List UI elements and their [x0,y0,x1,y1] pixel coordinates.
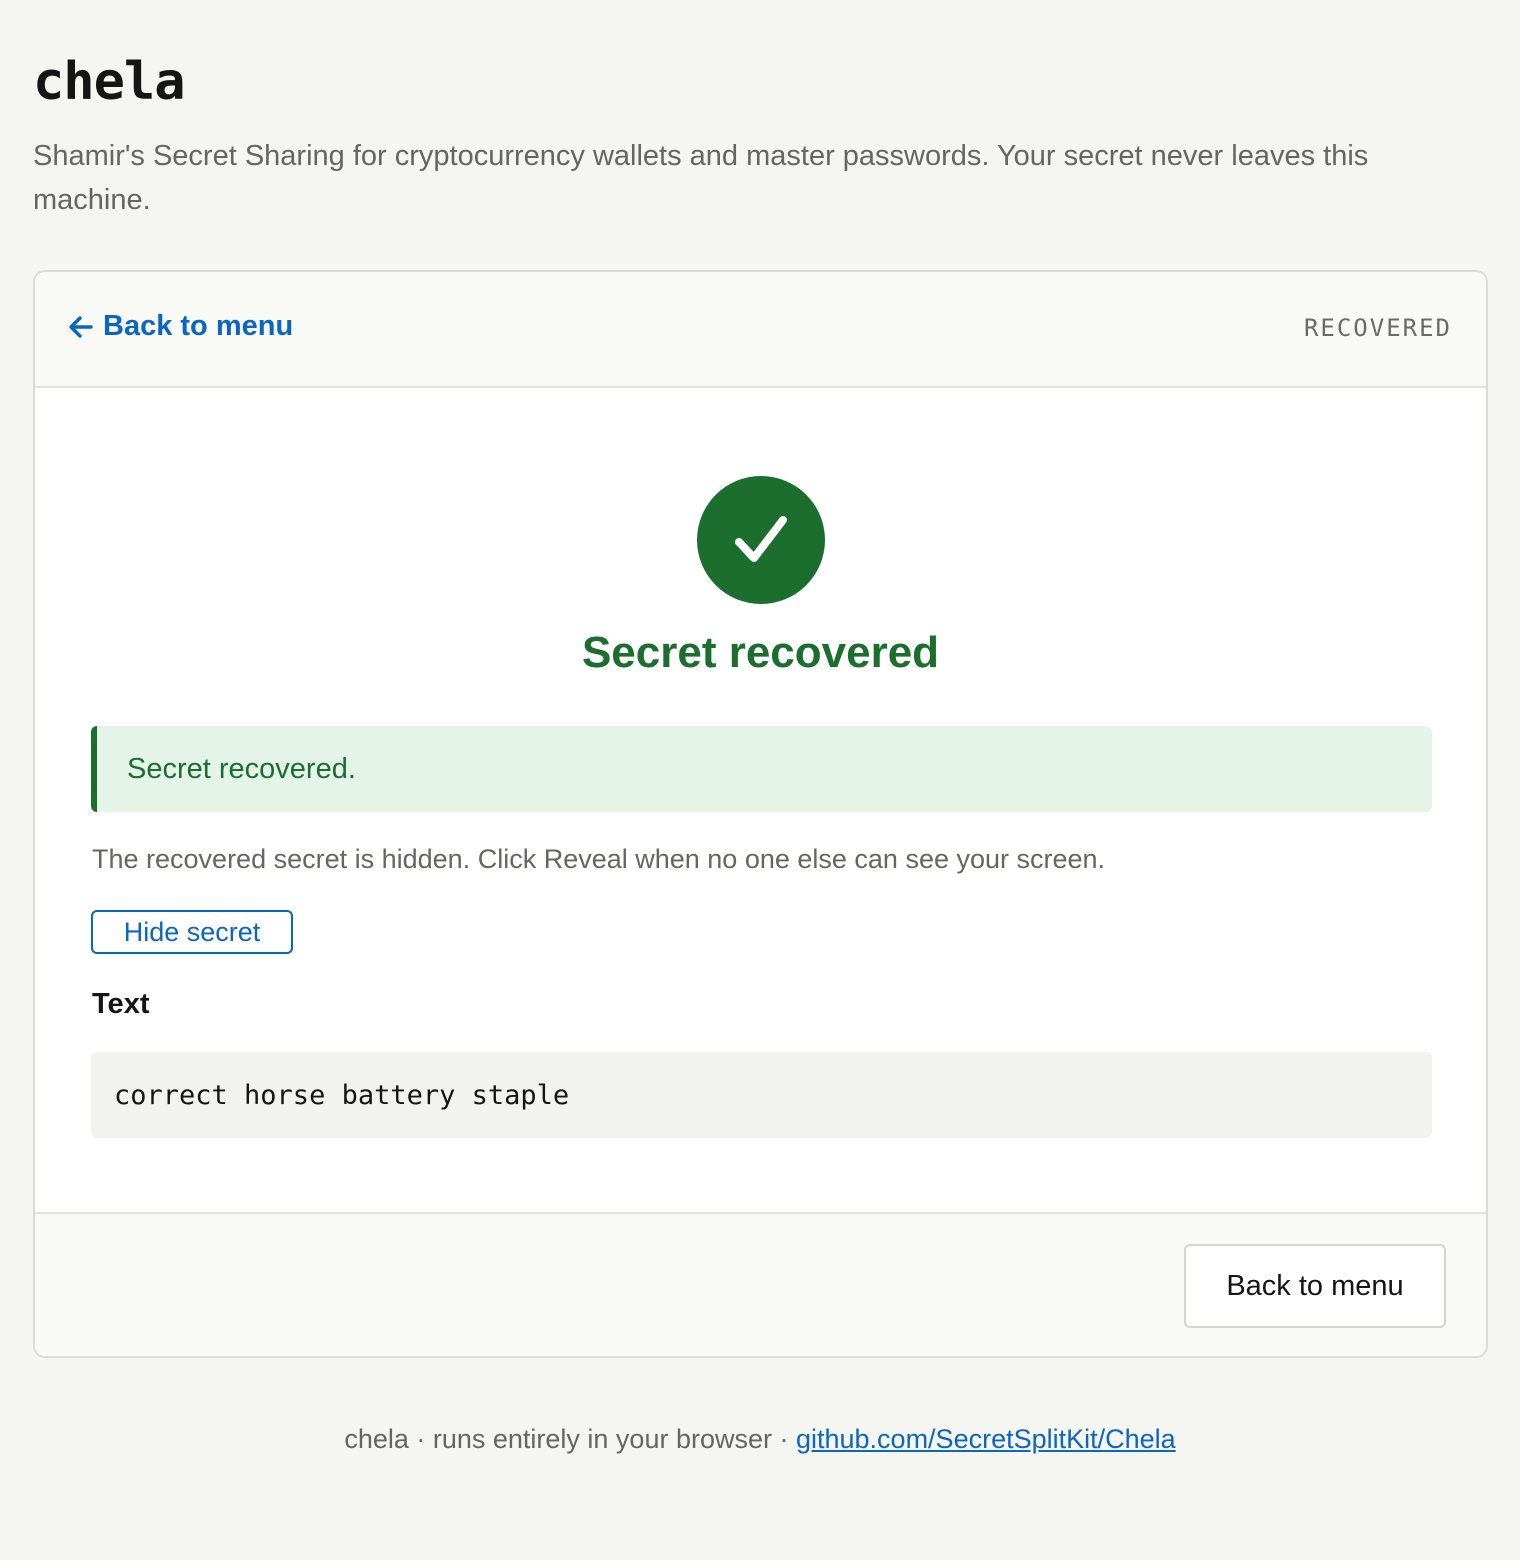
arrow-left-icon [69,315,93,338]
github-link[interactable]: github.com/SecretSplitKit/Chela [796,1424,1176,1454]
success-circle [697,476,825,604]
checkmark-icon [735,516,787,562]
card-body: Secret recovered Secret recovered. The r… [35,388,1486,1214]
success-title: Secret recovered [581,628,940,677]
back-to-menu-label: Back to menu [103,310,294,342]
back-to-menu-button[interactable]: Back to menu [1184,1244,1446,1328]
page: chela Shamir's Secret Sharing for crypto… [0,0,1520,1560]
app-title: chela [33,52,186,112]
hide-secret-button[interactable]: Hide secret [91,910,293,954]
footer-text: chela · runs entirely in your browser · [344,1424,796,1454]
secret-type-label: Text [92,988,150,1020]
card-footer: Back to menu [35,1212,1486,1356]
hint-text: The recovered secret is hidden. Click Re… [92,844,1106,874]
back-to-menu-link[interactable]: Back to menu [67,310,293,343]
page-footer: chela · runs entirely in your browser · … [0,1424,1520,1455]
secret-value: correct horse battery staple [91,1052,1432,1138]
status-badge: RECOVERED [1303,314,1452,342]
recovery-card: Back to menu RECOVERED Secret recovered … [33,270,1488,1358]
success-alert: Secret recovered. [91,726,1432,812]
app-subtitle: Shamir's Secret Sharing for cryptocurren… [33,140,1369,216]
card-header: Back to menu RECOVERED [35,272,1486,388]
